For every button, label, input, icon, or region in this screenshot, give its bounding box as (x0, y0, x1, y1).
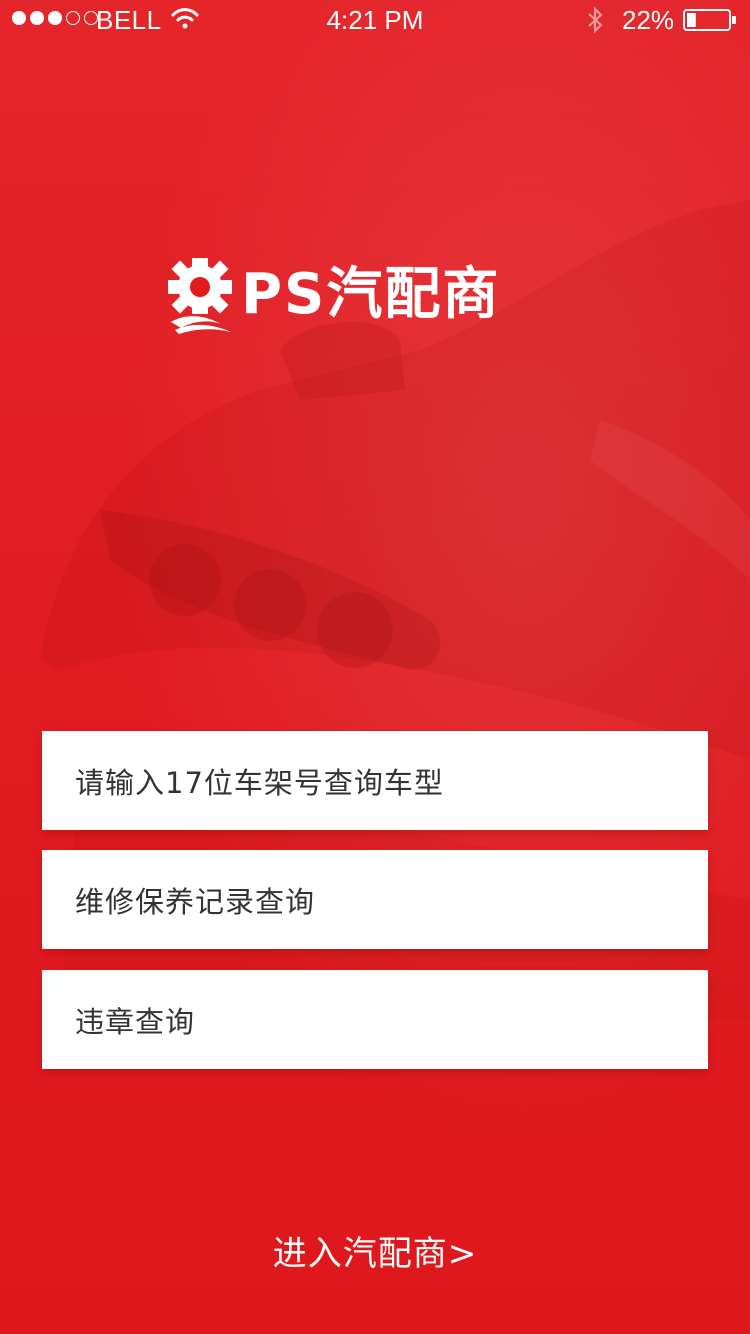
vin-query-label: 请输入17位车架号查询车型 (75, 765, 444, 800)
violation-query-label: 违章查询 (75, 1004, 196, 1039)
app-screen: BELL 4:21 PM 22% PS汽配商 请输入17位车架号查询车型 维修保… (0, 0, 750, 1334)
maintenance-record-button[interactable]: 维修保养记录查询 (42, 850, 708, 949)
violation-query-button[interactable]: 违章查询 (42, 970, 708, 1069)
battery-percent: 22% (622, 5, 675, 35)
battery-icon (683, 9, 736, 31)
enter-store-link[interactable]: 进入汽配商> (0, 1226, 750, 1275)
logo-text: PS汽配商 (241, 262, 501, 327)
status-bar: BELL 4:21 PM 22% (0, 0, 750, 40)
app-logo: PS汽配商 (165, 256, 500, 334)
gear-icon (168, 258, 232, 334)
bluetooth-icon (588, 6, 603, 34)
vin-query-button[interactable]: 请输入17位车架号查询车型 (42, 731, 708, 830)
maintenance-record-label: 维修保养记录查询 (75, 884, 316, 919)
